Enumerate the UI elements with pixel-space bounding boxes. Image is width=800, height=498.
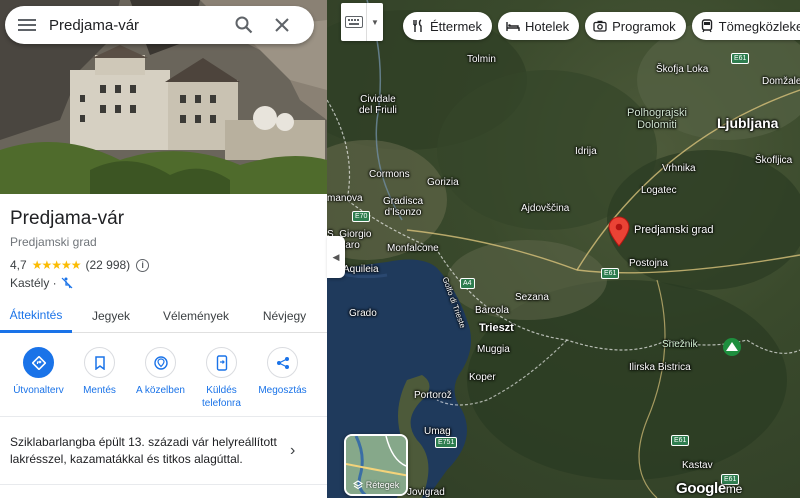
- layers-button[interactable]: Rétegek: [344, 434, 408, 496]
- map-label-logatec[interactable]: Logatec: [641, 185, 677, 196]
- chevron-down-icon[interactable]: ▼: [367, 18, 383, 27]
- map-label-muggia[interactable]: Muggia: [477, 344, 510, 355]
- camera-icon: [593, 20, 607, 32]
- chip-things-to-do[interactable]: Programok: [585, 12, 686, 40]
- share-icon: [276, 356, 289, 369]
- nearby-icon: [153, 355, 168, 370]
- map-label-skofljica[interactable]: Škofljica: [755, 155, 792, 166]
- input-tools-button[interactable]: ▼: [341, 3, 383, 41]
- review-count[interactable]: (22 998): [85, 258, 130, 272]
- rating-row: 4,7 ★★★★★ (22 998) i: [10, 258, 150, 272]
- hamburger-icon: [18, 19, 36, 31]
- clear-search-button[interactable]: [263, 6, 301, 44]
- map-label-postojna[interactable]: Postojna: [629, 258, 668, 269]
- layers-icon: [352, 480, 363, 490]
- divider: [0, 416, 327, 417]
- category-row: Kastély ·: [10, 276, 73, 290]
- map-label-skofja-loka[interactable]: Škofja Loka: [656, 64, 708, 75]
- keyboard-icon: [344, 16, 363, 28]
- map-label-kastav[interactable]: Kastav: [682, 460, 713, 471]
- road-shield-e751: E751: [435, 437, 458, 448]
- nearby-button[interactable]: A közelben: [130, 347, 191, 410]
- save-button[interactable]: Mentés: [69, 347, 130, 410]
- map-label-koper[interactable]: Koper: [469, 372, 496, 383]
- map-label-sezana[interactable]: Sezana: [515, 292, 549, 303]
- send-to-phone-button[interactable]: Küldés telefonra: [191, 347, 252, 410]
- category-label[interactable]: Kastély ·: [10, 276, 57, 290]
- tab-overview[interactable]: Áttekintés: [0, 299, 72, 333]
- map-label-gorizia[interactable]: Gorizia: [427, 177, 459, 188]
- map-label-cividale[interactable]: Cividale del Friuli: [359, 94, 397, 116]
- search-icon: [235, 16, 253, 34]
- tab-reviews[interactable]: Vélemények: [150, 299, 242, 333]
- directions-button[interactable]: Útvonalterv: [8, 347, 69, 410]
- info-icon[interactable]: i: [136, 258, 150, 272]
- chip-hotels[interactable]: Hotelek: [498, 12, 580, 40]
- tab-bar: Áttekintés Jegyek Vélemények Névjegy: [0, 299, 327, 333]
- map-label-ljubljana[interactable]: Ljubljana: [717, 115, 778, 131]
- divider: [0, 484, 327, 485]
- map-label-aquileia[interactable]: Aquileia: [343, 264, 379, 275]
- bookmark-icon: [94, 355, 105, 370]
- map-label-domzale[interactable]: Domžale: [762, 76, 800, 87]
- map-label-idrija[interactable]: Idrija: [575, 146, 597, 157]
- place-title: Predjama-vár: [10, 208, 125, 229]
- map-label-cormons[interactable]: Cormons: [369, 169, 410, 180]
- map-label-barcola[interactable]: Barcola: [475, 305, 509, 316]
- map-label-umag[interactable]: Umag: [424, 426, 451, 437]
- layers-label: Rétegek: [365, 480, 400, 490]
- road-shield-e61: E61: [671, 435, 690, 446]
- share-button[interactable]: Megosztás: [252, 347, 313, 410]
- map-label-trieszt[interactable]: Trieszt: [479, 322, 514, 334]
- map-label-ilirska-bistrica[interactable]: Ilirska Bistrica: [629, 362, 691, 373]
- map-canvas[interactable]: Tolmin Škofja Loka Domžale Cividale del …: [327, 0, 800, 498]
- chip-restaurants[interactable]: Éttermek: [403, 12, 493, 40]
- map-label-manova[interactable]: manova: [327, 193, 363, 204]
- map-label-gradisca[interactable]: Gradisca d'Isonzo: [383, 196, 423, 218]
- transit-icon: [701, 19, 712, 33]
- send-to-phone-icon: [216, 354, 227, 371]
- close-icon: [275, 18, 289, 32]
- place-description[interactable]: Sziklabarlangba épült 13. századi vár he…: [10, 434, 280, 468]
- road-shield-e61: E61: [601, 268, 620, 279]
- tab-tickets[interactable]: Jegyek: [72, 299, 150, 333]
- google-logo: Googleme: [676, 480, 742, 497]
- place-subtitle: Predjamski grad: [10, 235, 97, 249]
- no-wheelchair-icon: [61, 277, 73, 289]
- restaurant-icon: [413, 19, 422, 32]
- rating-stars: ★★★★★: [31, 258, 82, 272]
- map-label-jovigrad[interactable]: Jovigrad: [407, 487, 445, 498]
- map-label-monfalcone[interactable]: Monfalcone: [387, 243, 439, 254]
- place-panel: Predjama-vár Predjamski grad 4,7 ★★★★★ (…: [0, 0, 327, 498]
- map-label-sneznik[interactable]: Snežnik: [662, 339, 698, 350]
- chevron-left-icon: ◀: [332, 251, 340, 262]
- map-label-portoroz[interactable]: Portorož: [414, 390, 452, 401]
- menu-button[interactable]: [5, 6, 49, 44]
- road-shield-a4: A4: [460, 278, 475, 289]
- directions-icon: [31, 355, 46, 370]
- collapse-panel-button[interactable]: ◀: [327, 236, 345, 278]
- search-button[interactable]: [225, 6, 263, 44]
- map-label-polhograjski[interactable]: Polhograjski Dolomiti: [627, 107, 687, 131]
- category-chips: Éttermek Hotelek Programok Tömegközleked…: [403, 12, 800, 40]
- chip-transit[interactable]: Tömegközlekedés: [691, 12, 800, 40]
- tab-about[interactable]: Névjegy: [242, 299, 327, 333]
- hotel-icon: [506, 22, 520, 31]
- chevron-right-icon[interactable]: ›: [290, 442, 295, 460]
- map-label-tolmin[interactable]: Tolmin: [467, 54, 496, 65]
- place-photo[interactable]: [0, 0, 327, 194]
- map-label-grado[interactable]: Grado: [349, 308, 377, 319]
- marker-label-predjamski-grad[interactable]: Predjamski grad: [634, 224, 713, 236]
- map-label-vrhnika[interactable]: Vrhnika: [662, 163, 696, 174]
- road-shield-e70: E70: [352, 211, 371, 222]
- search-bar: [5, 6, 314, 44]
- rating-value: 4,7: [10, 258, 27, 272]
- search-input[interactable]: [49, 16, 225, 34]
- action-buttons: Útvonalterv Mentés A közelben Küldés tel…: [0, 347, 327, 410]
- road-shield-e61: E61: [731, 53, 750, 64]
- map-label-ajdovscina[interactable]: Ajdovščina: [521, 203, 569, 214]
